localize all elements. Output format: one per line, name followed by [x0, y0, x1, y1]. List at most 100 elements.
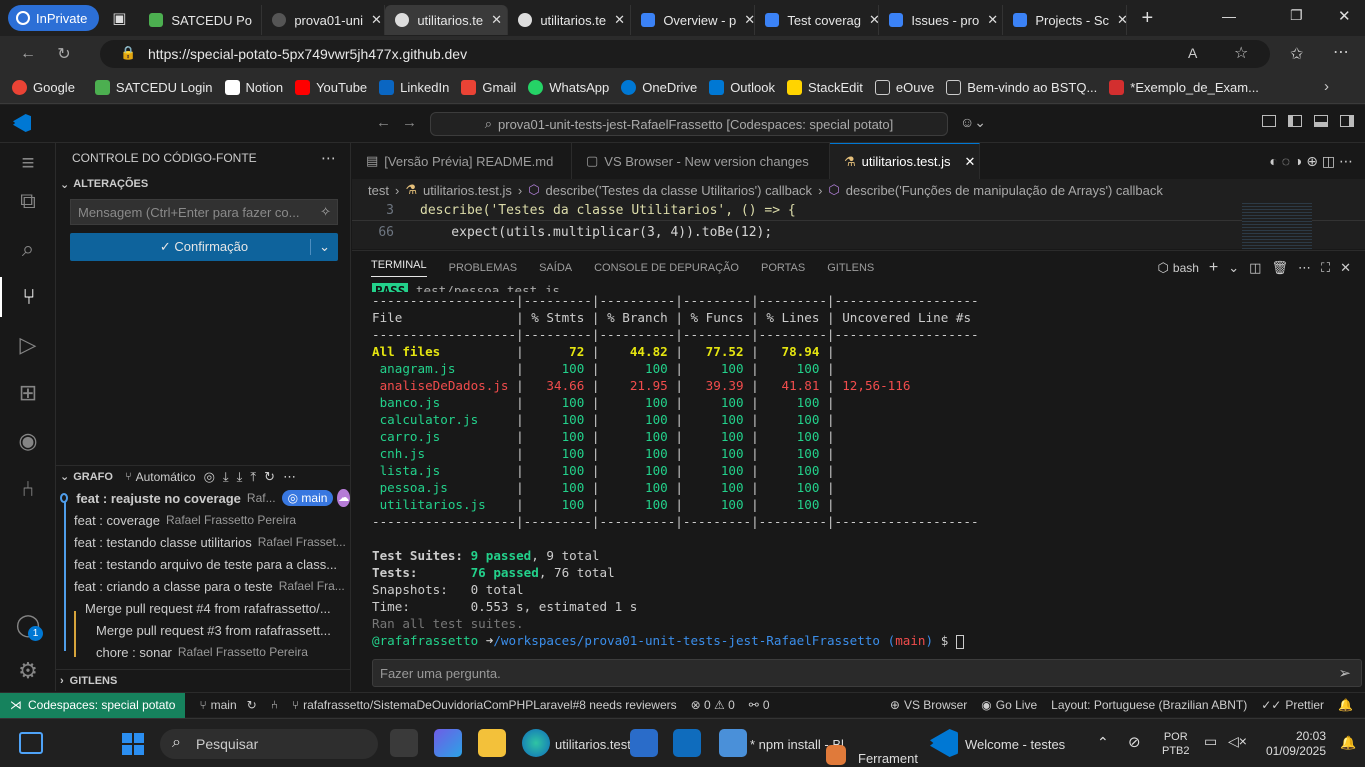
vscode-task-label[interactable]: Welcome - testes	[965, 737, 1065, 752]
notepad-icon[interactable]	[719, 729, 747, 757]
browser-tab[interactable]: Projects - Sc ✕	[1003, 5, 1128, 35]
bookmark-outlook[interactable]: Outlook	[709, 80, 775, 95]
file-explorer-icon[interactable]	[478, 729, 506, 757]
split-terminal-icon[interactable]: ◫	[1249, 260, 1261, 276]
editor-tab[interactable]: ▤ [Versão Prévia] README.md	[352, 143, 572, 179]
commit-button[interactable]: ✓ Confirmação ⌄	[70, 233, 338, 261]
chevron-down-icon[interactable]: ⌄	[310, 239, 330, 255]
run-debug-icon[interactable]: ▷	[0, 325, 56, 365]
chevron-right-icon[interactable]: ›	[1324, 78, 1329, 95]
bookmark-google[interactable]: Google	[12, 80, 75, 95]
explorer-icon[interactable]: ⧉	[0, 181, 56, 221]
tab-output[interactable]: SAÍDA	[539, 262, 572, 274]
sync-icon[interactable]: ↻	[247, 698, 257, 712]
bookmark-youtube[interactable]: YouTube	[295, 80, 367, 95]
commit-row[interactable]: chore : sonar Rafael Frassetto Pereira	[56, 641, 350, 663]
address-bar[interactable]: 🔒 https://special-potato-5px749vwr5jh477…	[100, 40, 1270, 68]
minimize-button[interactable]: —	[1222, 8, 1236, 24]
windows-start-icon[interactable]	[122, 733, 144, 755]
copilot-icon[interactable]: ☺⌄	[960, 114, 986, 131]
task-view-icon[interactable]	[390, 729, 418, 757]
menu-icon[interactable]: ≡	[0, 143, 56, 183]
vs-browser-status[interactable]: ⊕ VS Browser	[890, 698, 967, 712]
new-tab-button[interactable]: +	[1127, 7, 1167, 30]
commit-row[interactable]: Merge pull request #3 from rafafrassett.…	[56, 619, 350, 641]
language-indicator[interactable]: POR PTB2	[1162, 730, 1190, 758]
chat-ask-input[interactable]: Fazer uma pergunta. ➢	[372, 659, 1362, 687]
commit-row[interactable]: feat : reajuste no coverage Raf... ◎ main…	[56, 487, 350, 509]
display-icon[interactable]: ▭	[1204, 733, 1217, 750]
copilot-app-icon[interactable]	[434, 729, 462, 757]
tab-terminal[interactable]: TERMINAL	[371, 259, 427, 277]
refresh-icon[interactable]: ↻	[46, 44, 82, 64]
close-tab-icon[interactable]: ✕	[965, 154, 976, 170]
back-arrow-icon[interactable]: ←	[10, 45, 46, 63]
toggle-panel-icon[interactable]	[1314, 115, 1328, 127]
outlook-app-icon[interactable]	[673, 729, 701, 757]
browser-tab[interactable]: Overview - p ✕	[631, 5, 756, 35]
terminal-prompt[interactable]: @rafafrassetto ➜/workspaces/prova01-unit…	[372, 632, 979, 649]
changes-section-header[interactable]: ⌄ ALTERAÇÕES	[56, 173, 350, 195]
close-tab-icon[interactable]: ✕	[371, 12, 382, 28]
bookmark-onedrive[interactable]: OneDrive	[621, 80, 697, 95]
settings-gear-icon[interactable]: ⚙	[0, 651, 56, 691]
read-aloud-icon[interactable]: A	[1188, 45, 1197, 61]
commit-row[interactable]: feat : coverage Rafael Frassetto Pereira	[56, 509, 350, 531]
browser-tab[interactable]: Test coverag ✕	[755, 5, 880, 35]
sparkle-icon[interactable]: ✧	[320, 204, 331, 220]
snipping-tool-icon[interactable]	[826, 745, 846, 765]
bookmark-stackedit[interactable]: StackEdit	[787, 80, 863, 95]
maximize-button[interactable]: ❐	[1290, 7, 1303, 24]
snipping-task-label[interactable]: Ferrament	[858, 751, 918, 766]
favorite-star-icon[interactable]: ☆	[1234, 43, 1248, 63]
minimap[interactable]	[1242, 201, 1312, 249]
gitlens-status-icon[interactable]: ⑃	[271, 698, 278, 712]
chevron-up-icon[interactable]: ⌃	[1097, 734, 1109, 751]
browser-tab[interactable]: utilitarios.te ✕	[508, 5, 632, 35]
bookmark-whatsapp[interactable]: WhatsApp	[528, 80, 609, 95]
taskbar-search[interactable]: ⌕ Pesquisar	[160, 729, 378, 759]
command-center[interactable]: ⌕ prova01-unit-tests-jest-RafaelFrassett…	[430, 112, 948, 136]
browser-tab[interactable]: SATCEDU Po✕	[139, 5, 263, 35]
bookmark-notion[interactable]: Notion	[224, 80, 283, 95]
graph-actions-icon[interactable]: ◎⤓⤓⤒↻⋯	[204, 469, 304, 485]
maximize-panel-icon[interactable]: ⛶	[1321, 260, 1330, 276]
close-tab-icon[interactable]: ✕	[987, 12, 998, 28]
volume-icon[interactable]: ◁×	[1228, 733, 1247, 750]
commit-message-input[interactable]: Mensagem (Ctrl+Enter para fazer co... ✧	[70, 199, 338, 225]
graph-section-header[interactable]: ⌄ GRAFO ⑂ Automático ◎⤓⤓⤒↻⋯	[56, 465, 350, 487]
chevron-down-icon[interactable]: ⌄	[1228, 260, 1239, 276]
close-tab-icon[interactable]: ✕	[614, 12, 625, 28]
commit-row[interactable]: feat : testando classe utilitarios Rafael…	[56, 531, 350, 553]
search-icon[interactable]: ⌕	[0, 229, 56, 269]
github-icon[interactable]: ◉	[0, 421, 56, 461]
toggle-sidebar-icon[interactable]	[1288, 115, 1302, 127]
customize-layout-icon[interactable]	[1262, 115, 1276, 127]
remote-indicator[interactable]: ⋊ Codespaces: special potato	[0, 692, 186, 718]
gitlens-icon[interactable]: ⑃	[0, 469, 56, 509]
bookmark-gmail[interactable]: Gmail	[461, 80, 516, 95]
bookmark-eouve[interactable]: eOuve	[874, 80, 934, 95]
browser-tab[interactable]: Issues - pro ✕	[879, 5, 1004, 35]
close-tab-icon[interactable]: ✕	[1117, 12, 1126, 28]
close-tab-icon[interactable]: ✕	[491, 12, 502, 28]
code-line[interactable]: 3 describe('Testes da classe Utilitarios'…	[352, 201, 1365, 221]
toggle-secondary-sidebar-icon[interactable]	[1340, 115, 1354, 127]
more-menu-icon[interactable]: ⋯	[1333, 42, 1349, 62]
notification-icon[interactable]: 🔔	[1340, 735, 1356, 751]
gitlens-section-header[interactable]: › GITLENS	[56, 669, 350, 691]
tab-debug-console[interactable]: CONSOLE DE DEPURAÇÃO	[594, 262, 739, 274]
bookmark-linkedin[interactable]: LinkedIn	[379, 80, 449, 95]
editor-tab[interactable]: ▢ VS Browser - New version changes	[572, 143, 830, 179]
prettier-status[interactable]: ✓✓ Prettier	[1261, 698, 1324, 712]
bookmark-satcedu[interactable]: SATCEDU Login	[94, 80, 213, 95]
pull-request-status[interactable]: ⑂ rafafrassetto/SistemaDeOuvidoriaComPHPL…	[292, 698, 677, 712]
edge-icon[interactable]	[522, 729, 550, 757]
more-actions-icon[interactable]: ⋯	[321, 149, 336, 167]
tab-ports[interactable]: PORTAS	[761, 262, 805, 274]
send-icon[interactable]: ➢	[1338, 664, 1351, 682]
calculator-app-icon[interactable]	[630, 729, 658, 757]
accounts-icon[interactable]: ◯	[0, 605, 56, 645]
forward-arrow-icon[interactable]: →	[402, 114, 417, 131]
bookmark-bstq[interactable]: Bem-vindo ao BSTQ...	[946, 80, 1097, 95]
